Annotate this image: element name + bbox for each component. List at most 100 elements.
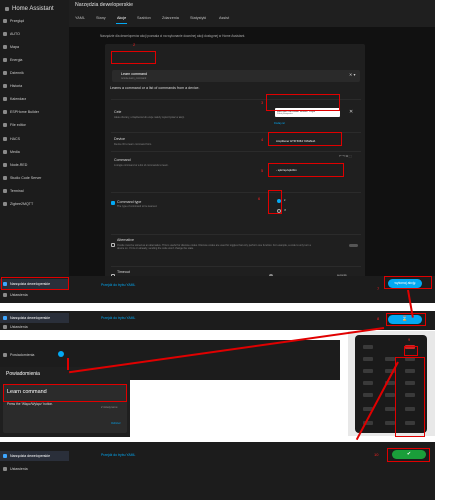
sidebar-item-terminal[interactable]: Terminal (0, 186, 69, 196)
annotation-2: 2 (133, 42, 136, 47)
tab-stany[interactable]: Stany (96, 16, 106, 20)
fourth-screen: Narzędzia deweloperskie Ustawienia Przej… (0, 442, 435, 500)
yaml-mode-link[interactable]: Przejdź do trybu YAML (101, 283, 135, 287)
annotation-8: 8 (377, 316, 380, 321)
media-icon (3, 150, 7, 154)
annotation-3: 3 (261, 100, 264, 105)
action-description: Learns a command or a list of commands f… (110, 86, 200, 90)
second-screen: Narzędzia deweloperskie Ustawienia Przej… (0, 311, 435, 330)
remove-target-icon[interactable]: ✕ (349, 109, 353, 115)
sidebar-item-auto[interactable]: AUTO (0, 29, 69, 39)
sidebar-item-settings[interactable]: Ustawienia (0, 290, 69, 300)
remote-button (385, 357, 395, 361)
sidebar-item-esphome[interactable]: ESPHome Builder (0, 107, 69, 117)
tab-szablon[interactable]: Szablon (137, 16, 151, 20)
annotation-9: 9 (408, 337, 411, 342)
esphome-icon (3, 110, 7, 114)
gear-icon-2 (3, 324, 7, 329)
notification-card-body: Press the 'Włącz/Wyłącz' button. (7, 402, 54, 406)
sidebar-item-settings-3[interactable]: Ustawienia (0, 464, 69, 474)
sidebar-item-node-red[interactable]: Node-RED (0, 160, 69, 170)
remote-button (363, 369, 373, 373)
remote-button (385, 407, 395, 411)
hacs-icon (3, 137, 7, 141)
page-title: Narzędzia deweloperskie (75, 2, 133, 8)
annotation-box-3 (266, 94, 340, 111)
annotation-box-5 (268, 163, 344, 177)
sidebar-item-przeglad[interactable]: Przegląd (0, 16, 69, 26)
annotation-10: 10 (374, 452, 379, 457)
annotation-box-10 (387, 448, 430, 462)
sidebar-item-file-editor[interactable]: File editor (0, 120, 69, 130)
sidebar-item-code-server[interactable]: Studio Code Server (0, 173, 69, 183)
notifications-panel: Powiadomienia Learn command Press the 'W… (0, 367, 130, 437)
sidebar-item-mapa[interactable]: Mapa (0, 42, 69, 52)
hammer-icon-2 (3, 316, 7, 320)
notifications-title: Powiadomienia (6, 371, 40, 377)
alternative-checkbox[interactable] (111, 243, 115, 247)
sidebar-item-media[interactable]: Media (0, 147, 69, 157)
device-desc: Device ID to learn command from. (114, 143, 152, 146)
yaml-mode-link-3[interactable]: Przejdź do trybu YAML (101, 453, 135, 457)
annotation-6: 6 (258, 196, 261, 201)
sidebar-item-dev-tools-3[interactable]: Narzędzia deweloperskie (0, 451, 69, 461)
car-icon (3, 32, 7, 36)
alternative-label: Alternative (117, 238, 134, 242)
targets-desc: Jakie obszary, urządzenia lub encje nale… (114, 116, 185, 119)
annotation-box-remote (395, 357, 425, 437)
code-icon (3, 176, 7, 180)
bell-icon (3, 353, 7, 357)
radio-rf-label: rf (284, 208, 286, 212)
annotation-7: 7 (377, 286, 380, 291)
action-select[interactable]: Learn command remote.learn_command (112, 70, 360, 82)
command-type-row: Command type The type of command to be l… (111, 192, 361, 222)
intro-text: Narzędzie dla deweloperów akcji pozwala … (100, 34, 246, 38)
remote-button (363, 381, 373, 385)
dismiss-button[interactable]: Odrzuć (111, 421, 121, 425)
annotation-4: 4 (261, 137, 264, 142)
notification-time: 2 minuty temu (101, 406, 118, 409)
sidebar-item-historia[interactable]: Historia (0, 81, 69, 91)
sidebar-item-hacs[interactable]: HACS (0, 134, 69, 144)
annotation-box-7 (384, 276, 432, 289)
energy-icon (3, 58, 7, 62)
arrow-3 (67, 358, 69, 370)
clear-icon[interactable]: ✕ ▾ (349, 72, 355, 77)
gear-icon (3, 293, 7, 297)
tab-akcje[interactable]: Akcje (115, 16, 128, 24)
tab-yaml[interactable]: YAML (75, 16, 85, 20)
tab-assist[interactable]: Assist (219, 16, 229, 20)
sidebar-item-dziennik[interactable]: Dziennik (0, 68, 69, 78)
command-type-checkbox[interactable] (111, 201, 115, 205)
command-type-label: Command type (117, 200, 142, 204)
tab-statystyki[interactable]: Statystyki (190, 16, 206, 20)
annotation-box-notification (3, 384, 127, 402)
wrench-icon (3, 123, 7, 127)
sidebar-item-zigbee[interactable]: Zigbee2MQTT (0, 199, 69, 209)
command-type-desc: The type of command to be learned. (117, 205, 158, 208)
map-icon (3, 45, 7, 49)
hammer-icon-3 (3, 454, 7, 458)
command-label: Command (114, 158, 131, 162)
sidebar-item-energia[interactable]: Energia (0, 55, 69, 65)
remote-button (385, 421, 395, 425)
sidebar-item-dev-tools-2[interactable]: Narzędzia deweloperskie (0, 313, 69, 323)
logbook-icon (3, 71, 7, 75)
sidebar-item-settings-2[interactable]: Ustawienia (0, 323, 69, 330)
add-target-button[interactable]: Dodaj cel (274, 122, 285, 125)
annotation-box-8 (386, 313, 426, 326)
sidebar-item-kalendarz[interactable]: Kalendarz (0, 94, 69, 104)
tab-zdarzenia[interactable]: Zdarzenia (162, 16, 179, 20)
app-title: Home Assistant (3, 2, 69, 16)
history-icon (3, 84, 7, 88)
remote-button (363, 393, 373, 397)
editor-toolbar-icons[interactable]: ↶ ↷ ⧉ ⬚ (339, 154, 352, 158)
gear-icon-3 (3, 467, 7, 471)
bottom-bar: Przejdź do trybu YAML wykonaj akcję (69, 276, 435, 303)
yaml-mode-link-2[interactable]: Przejdź do trybu YAML (101, 316, 135, 320)
alternative-toggle[interactable] (349, 244, 358, 247)
radio-ir-label: ir (284, 198, 286, 202)
header: Narzędzia deweloperskie YAML Stany Akcje… (69, 0, 435, 27)
menu-icon[interactable] (5, 7, 9, 11)
annotation-box-2 (111, 51, 156, 64)
